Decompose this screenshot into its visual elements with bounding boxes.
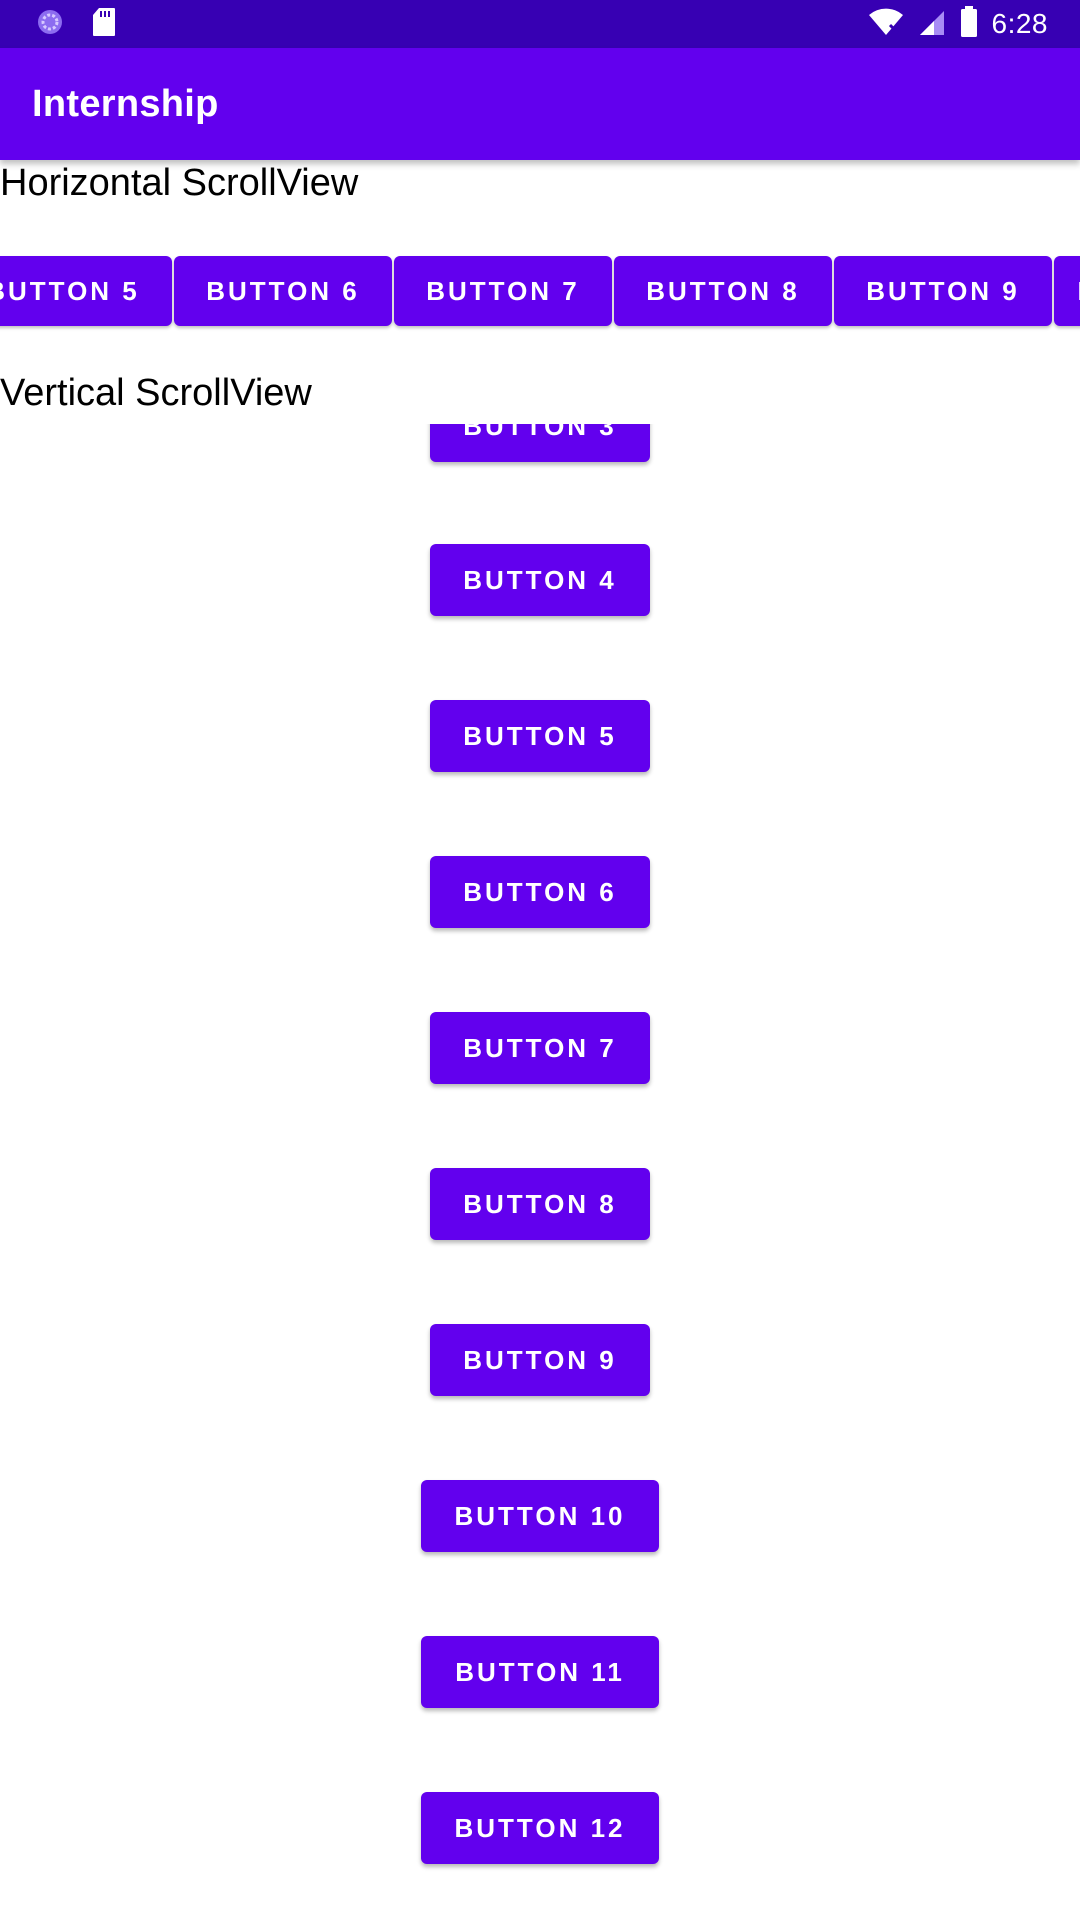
v-button-8[interactable]: BUTTON 8 (430, 1168, 650, 1240)
v-button-9[interactable]: BUTTON 9 (430, 1324, 650, 1396)
horizontal-button-row: BUTTON 5 BUTTON 6 BUTTON 7 BUTTON 8 BUTT… (0, 256, 1080, 326)
wifi-icon (868, 7, 904, 42)
battery-icon (960, 5, 978, 43)
h-button-5[interactable]: BUTTON 5 (0, 256, 172, 326)
h-button-8[interactable]: BUTTON 8 (614, 256, 832, 326)
signal-icon (918, 7, 946, 42)
v-button-12[interactable]: BUTTON 12 (421, 1792, 659, 1864)
horizontal-scrollview[interactable]: BUTTON 5 BUTTON 6 BUTTON 7 BUTTON 8 BUTT… (0, 252, 1080, 332)
vertical-scrollview[interactable]: BUTTON 3 BUTTON 4 BUTTON 5 BUTTON 6 BUTT… (0, 424, 1080, 1920)
status-notifications (36, 7, 116, 42)
v-button-10[interactable]: BUTTON 10 (421, 1480, 659, 1552)
app-bar: Internship (0, 48, 1080, 160)
status-system: 6:28 (868, 0, 1049, 48)
v-button-11[interactable]: BUTTON 11 (421, 1636, 659, 1708)
sync-icon (36, 8, 64, 41)
status-bar: 6:28 (0, 0, 1080, 48)
v-button-6[interactable]: BUTTON 6 (430, 856, 650, 928)
v-button-3[interactable]: BUTTON 3 (430, 424, 650, 462)
app-screen: 6:28 Internship Horizontal ScrollView BU… (0, 0, 1080, 1920)
h-button-10[interactable]: BUTTON 10 (1054, 256, 1080, 326)
h-button-9[interactable]: BUTTON 9 (834, 256, 1052, 326)
v-button-7[interactable]: BUTTON 7 (430, 1012, 650, 1084)
vertical-scrollview-label: Vertical ScrollView (0, 372, 312, 414)
v-button-5[interactable]: BUTTON 5 (430, 700, 650, 772)
app-title: Internship (32, 83, 219, 125)
v-button-4[interactable]: BUTTON 4 (430, 544, 650, 616)
h-button-7[interactable]: BUTTON 7 (394, 256, 612, 326)
sd-card-icon (92, 7, 116, 42)
horizontal-scrollview-label: Horizontal ScrollView (0, 162, 359, 204)
h-button-6[interactable]: BUTTON 6 (174, 256, 392, 326)
status-time: 6:28 (991, 8, 1048, 39)
